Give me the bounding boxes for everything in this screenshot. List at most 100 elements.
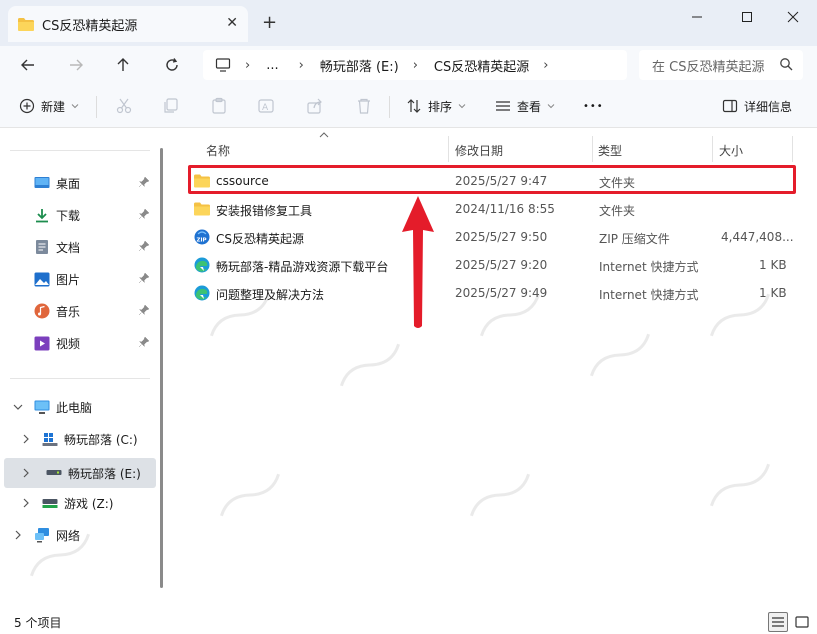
sidebar-item-network[interactable]: 网络 — [0, 522, 156, 548]
close-window-button[interactable] — [770, 6, 816, 28]
document-icon — [36, 240, 48, 254]
breadcrumb-ellipsis[interactable]: ... — [266, 58, 278, 73]
sidebar-item-music[interactable]: 音乐 — [0, 298, 156, 324]
chevron-right-icon[interactable] — [22, 434, 30, 444]
file-date: 2025/5/27 9:49 — [455, 286, 548, 300]
new-tab-button[interactable]: + — [262, 12, 277, 33]
delete-button[interactable] — [355, 95, 373, 117]
view-button[interactable]: 查看 — [494, 95, 555, 117]
sidebar-item-videos[interactable]: 视频 — [0, 330, 156, 356]
file-date: 2025/5/27 9:50 — [455, 230, 548, 244]
network-icon — [35, 528, 49, 543]
refresh-icon — [166, 58, 178, 71]
chevron-down-icon — [547, 104, 555, 109]
sidebar-item-label: 视频 — [56, 336, 81, 351]
file-row-repair-tool[interactable]: 安装报错修复工具 2024/11/16 8:55 文件夹 — [186, 195, 806, 223]
file-list: 名称 修改日期 类型 大小 cssource 2025/5/27 9:47 文件… — [172, 128, 817, 610]
breadcrumb-separator[interactable]: › — [413, 58, 418, 73]
column-divider[interactable] — [592, 136, 593, 162]
chevron-down-icon — [71, 104, 79, 109]
sidebar-item-label: 网络 — [56, 528, 81, 543]
rename-button[interactable]: A — [257, 95, 275, 117]
breadcrumb-separator[interactable]: › — [543, 58, 548, 73]
search-icon[interactable] — [779, 57, 793, 71]
sidebar-item-downloads[interactable]: 下载 — [0, 202, 156, 228]
column-divider[interactable] — [448, 136, 449, 162]
column-divider[interactable] — [792, 136, 793, 162]
back-button[interactable] — [16, 54, 40, 76]
breadcrumb-drive-e[interactable]: 畅玩部落 (E:) — [320, 56, 399, 75]
file-row-shortcut-faq[interactable]: 问题整理及解决方法 2025/5/27 9:49 Internet 快捷方式 1… — [186, 279, 806, 307]
svg-text:ZIP: ZIP — [197, 238, 207, 244]
edge-shortcut-icon — [194, 257, 210, 273]
paste-button[interactable] — [210, 95, 228, 117]
refresh-button[interactable] — [160, 54, 184, 76]
up-button[interactable] — [111, 54, 135, 76]
trash-icon — [358, 98, 370, 114]
sidebar-item-label: 图片 — [56, 272, 81, 287]
file-name: 安装报错修复工具 — [216, 204, 313, 218]
breadcrumb-separator[interactable]: › — [299, 58, 304, 73]
desktop-icon — [34, 177, 50, 188]
sidebar-scrollbar[interactable] — [160, 148, 163, 588]
sidebar-divider — [10, 378, 150, 379]
more-options-button[interactable]: ••• — [583, 95, 604, 117]
title-bar: CS反恐精英起源 ✕ + — [0, 0, 817, 46]
chevron-down-icon[interactable] — [13, 403, 23, 411]
sidebar-item-drive-e[interactable]: 畅玩部落 (E:) — [4, 458, 156, 488]
column-header-type[interactable]: 类型 — [598, 142, 622, 159]
breadcrumb-current-folder[interactable]: CS反恐精英起源 — [434, 56, 529, 75]
sidebar-item-drive-z[interactable]: 游戏 (Z:) — [0, 490, 156, 516]
cut-button[interactable] — [115, 95, 133, 117]
details-view-button[interactable] — [768, 612, 788, 632]
file-size: 1 KB — [759, 258, 787, 272]
chevron-right-icon[interactable] — [14, 530, 22, 540]
up-arrow-icon — [117, 58, 129, 71]
close-tab-icon[interactable]: ✕ — [226, 15, 238, 31]
toolbar-divider — [389, 96, 390, 118]
picture-icon — [34, 272, 50, 286]
zip-icon: ZIP — [194, 229, 210, 245]
pin-icon — [138, 304, 150, 316]
music-icon — [34, 303, 50, 319]
details-pane-button[interactable]: 详细信息 — [721, 95, 792, 117]
column-header-name[interactable]: 名称 — [206, 142, 230, 159]
chevron-right-icon[interactable] — [22, 468, 30, 478]
highlight-box — [188, 165, 796, 194]
sort-label: 排序 — [428, 99, 453, 114]
column-header-size[interactable]: 大小 — [719, 142, 743, 159]
file-type: Internet 快捷方式 — [599, 288, 699, 302]
chevron-right-icon[interactable] — [22, 498, 30, 508]
file-row-zip[interactable]: ZIP CS反恐精英起源 2025/5/27 9:50 ZIP 压缩文件 4,4… — [186, 223, 806, 251]
video-icon — [34, 336, 50, 350]
file-name: 问题整理及解决方法 — [216, 288, 325, 302]
column-divider[interactable] — [712, 136, 713, 162]
sidebar-item-drive-c[interactable]: 畅玩部落 (C:) — [0, 426, 156, 452]
new-button[interactable]: 新建 — [18, 95, 79, 117]
toolbar-divider — [96, 96, 97, 118]
forward-button[interactable] — [64, 54, 88, 76]
sort-button[interactable]: 排序 — [405, 95, 466, 117]
sidebar-item-label: 此电脑 — [56, 400, 93, 415]
search-input[interactable]: 在 CS反恐精英起源 — [639, 50, 803, 80]
sidebar-item-this-pc[interactable]: 此电脑 — [0, 394, 156, 420]
search-placeholder: 在 CS反恐精英起源 — [652, 59, 765, 75]
file-name: 畅玩部落-精品游戏资源下载平台 — [216, 260, 389, 274]
minimize-button[interactable] — [674, 6, 720, 28]
sidebar-item-documents[interactable]: 文档 — [0, 234, 156, 260]
share-button[interactable] — [306, 95, 324, 117]
file-type: Internet 快捷方式 — [599, 260, 699, 274]
maximize-button[interactable] — [724, 6, 770, 28]
file-type: ZIP 压缩文件 — [599, 232, 670, 246]
tiles-view-button[interactable] — [792, 612, 812, 632]
sidebar-item-pictures[interactable]: 图片 — [0, 266, 156, 292]
copy-button[interactable] — [162, 95, 180, 117]
pin-icon — [138, 176, 150, 188]
column-header-date[interactable]: 修改日期 — [455, 142, 503, 159]
tab-current[interactable]: CS反恐精英起源 ✕ — [8, 6, 248, 42]
address-bar[interactable]: › ... › 畅玩部落 (E:) › CS反恐精英起源 › — [203, 50, 627, 80]
file-row-shortcut-platform[interactable]: 畅玩部落-精品游戏资源下载平台 2025/5/27 9:20 Internet … — [186, 251, 806, 279]
pin-icon — [138, 240, 150, 252]
sidebar-item-desktop[interactable]: 桌面 — [0, 170, 156, 196]
pin-icon — [138, 336, 150, 348]
